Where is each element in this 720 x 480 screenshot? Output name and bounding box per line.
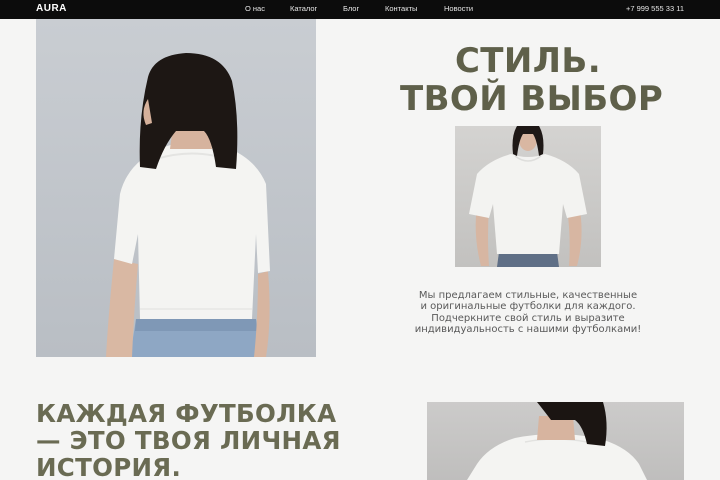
logo[interactable]: AURA xyxy=(36,3,67,14)
hero-description: Мы предлагаем стильные, качественные и о… xyxy=(402,290,654,336)
section-title-line-2: — ЭТО ТВОЯ ЛИЧНАЯ xyxy=(36,426,341,455)
nav-link-news[interactable]: Новости xyxy=(444,4,473,13)
hero-title-line-2: ТВОЙ ВЫБОР xyxy=(400,79,664,119)
section-title-line-3: ИСТОРИЯ. xyxy=(36,453,182,480)
top-nav: AURA О нас Каталог Блог Контакты Новости… xyxy=(0,0,720,19)
hero-photo-front-view xyxy=(455,126,601,267)
nav-link-blog[interactable]: Блог xyxy=(343,4,359,13)
hero-description-line-3: Подчеркните свой стиль и выразите xyxy=(431,312,625,324)
hero-photo-back-view xyxy=(36,19,316,357)
section-title: КАЖДАЯ ФУТБОЛКА — ЭТО ТВОЯ ЛИЧНАЯ ИСТОРИ… xyxy=(36,400,341,480)
phone-number[interactable]: +7 999 555 33 11 xyxy=(626,4,684,13)
nav-link-catalog[interactable]: Каталог xyxy=(290,4,317,13)
section-photo-back-view xyxy=(427,402,684,480)
nav-link-about[interactable]: О нас xyxy=(245,4,265,13)
hero-description-line-2: и оригинальные футболки для каждого. xyxy=(420,301,636,313)
hero-description-line-4: индивидуальность с нашими футболками! xyxy=(414,324,642,336)
section-title-line-1: КАЖДАЯ ФУТБОЛКА xyxy=(36,399,337,428)
hero-title-line-1: СТИЛЬ. xyxy=(454,41,602,81)
hero-description-line-1: Мы предлагаем стильные, качественные xyxy=(418,290,638,301)
hero-title: СТИЛЬ. ТВОЙ ВЫБОР xyxy=(400,41,664,119)
nav-link-contacts[interactable]: Контакты xyxy=(385,4,417,13)
